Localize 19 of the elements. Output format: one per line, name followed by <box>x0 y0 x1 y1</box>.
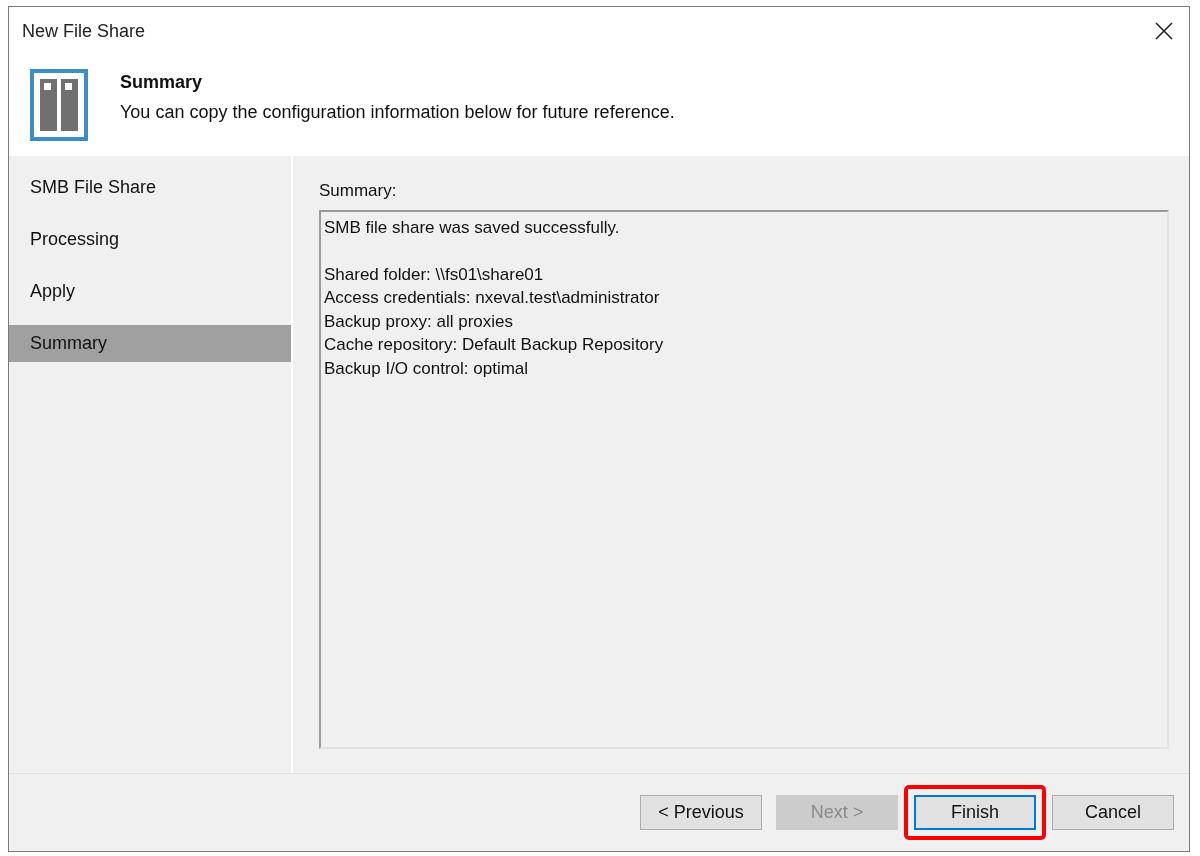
window-title: New File Share <box>22 19 146 43</box>
detail-line: Cache repository: Default Backup Repository <box>324 334 665 356</box>
wizard-step[interactable]: Summary <box>9 325 291 362</box>
summary-label: Summary: <box>319 180 398 202</box>
wizard-button[interactable]: Cancel <box>1052 795 1174 830</box>
detail-line: Backup proxy: all proxies <box>324 310 514 333</box>
detail-line: Backup I/O control: optimal <box>324 357 530 380</box>
detail-line: Shared folder: \\fs01\share01 <box>324 263 545 286</box>
server-rack-icon <box>30 69 88 141</box>
status-line: SMB file share was saved successfully. <box>324 216 621 239</box>
wizard-button[interactable]: < Previous <box>640 795 762 830</box>
detail-line: Access credentials: nxeval.test\administrator <box>324 287 661 309</box>
close-icon <box>1155 22 1173 40</box>
step-title: Summary <box>120 71 204 94</box>
wizard-button[interactable]: Finish <box>914 795 1036 830</box>
wizard-step[interactable]: Processing <box>9 221 291 258</box>
step-description: You can copy the configuration information below for future reference. <box>120 101 675 124</box>
wizard-step[interactable]: SMB File Share <box>9 169 291 206</box>
wizard-step[interactable]: Apply <box>9 273 291 310</box>
